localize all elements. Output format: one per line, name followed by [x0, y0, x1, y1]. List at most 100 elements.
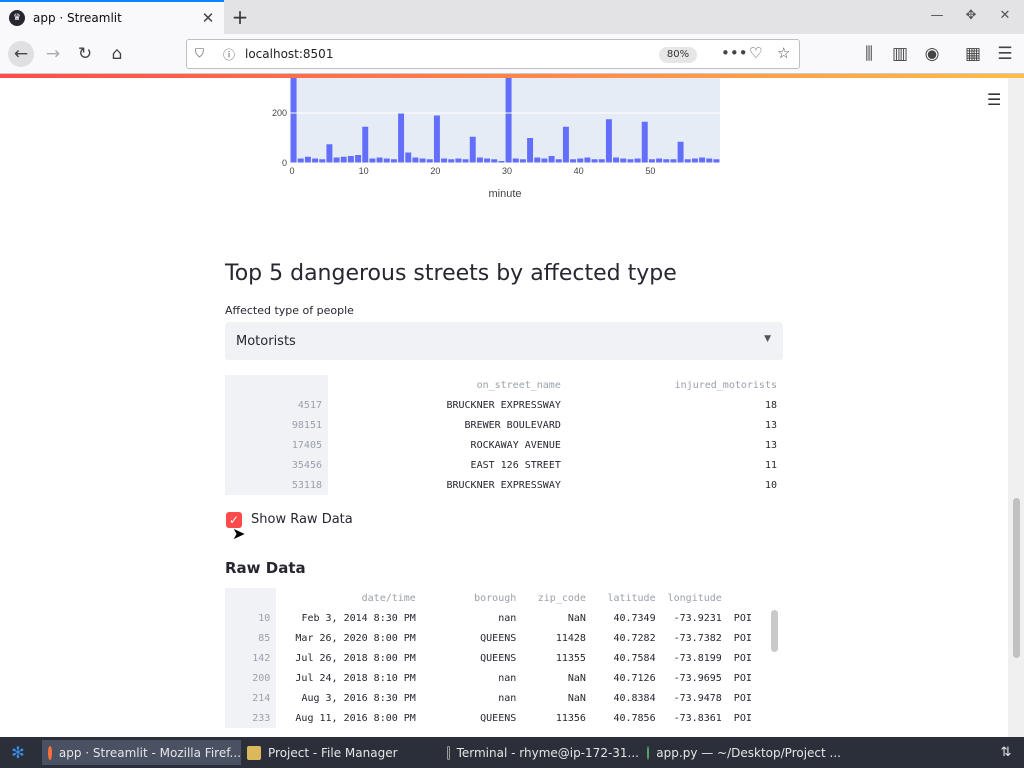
- bar[interactable]: [548, 156, 555, 163]
- bar[interactable]: [326, 144, 333, 163]
- table-row[interactable]: 17405 ROCKAWAY AVENUE 13: [225, 435, 783, 455]
- bar[interactable]: [390, 159, 397, 163]
- raw-data-table[interactable]: date/time borough zip_code latitude long…: [225, 588, 783, 728]
- bar[interactable]: [706, 158, 713, 164]
- table-cell[interactable]: NaN: [522, 688, 592, 708]
- bar[interactable]: [426, 159, 433, 163]
- bar[interactable]: [484, 158, 491, 164]
- table-cell[interactable]: 40.7349: [592, 608, 662, 628]
- table-cell[interactable]: nan: [422, 608, 522, 628]
- row-index[interactable]: 214: [225, 688, 277, 708]
- table-cell[interactable]: 40.7282: [592, 628, 662, 648]
- home-icon[interactable]: ⌂: [106, 43, 128, 65]
- table-cell[interactable]: NaN: [522, 608, 592, 628]
- table-cell[interactable]: 11: [567, 455, 783, 475]
- bar[interactable]: [290, 78, 297, 163]
- bar[interactable]: [304, 156, 311, 163]
- table-row[interactable]: 142 Jul 26, 2018 8:00 PM QUEENS 11355 40.758…: [225, 648, 783, 668]
- table-cell[interactable]: BREWER BOULEVARD: [328, 415, 567, 435]
- column-header[interactable]: on_street_name: [328, 375, 567, 395]
- bar[interactable]: [648, 159, 655, 163]
- bar[interactable]: [347, 156, 354, 163]
- column-header[interactable]: borough: [422, 588, 522, 608]
- row-index[interactable]: 98151: [225, 415, 328, 435]
- taskbar-item-file-manager[interactable]: Project - File Manager: [241, 740, 436, 765]
- close-tab-icon[interactable]: ✕: [200, 9, 216, 27]
- row-index[interactable]: 53118: [225, 475, 328, 495]
- bar[interactable]: [699, 157, 706, 164]
- bar[interactable]: [598, 159, 605, 163]
- bar[interactable]: [541, 158, 548, 164]
- column-header[interactable]: [728, 588, 783, 608]
- streets-table[interactable]: on_street_name injured_motorists 4517 BRU…: [225, 375, 783, 495]
- bar[interactable]: [362, 126, 369, 163]
- raw-data-table-container[interactable]: date/time borough zip_code latitude long…: [225, 588, 783, 737]
- table-cell[interactable]: POI: [728, 668, 783, 688]
- bar[interactable]: [570, 159, 577, 163]
- bar[interactable]: [641, 121, 648, 163]
- table-cell[interactable]: QUEENS: [422, 628, 522, 648]
- bar[interactable]: [562, 126, 569, 163]
- bar[interactable]: [691, 158, 698, 164]
- table-cell[interactable]: Jul 24, 2018 8:10 PM: [276, 668, 422, 688]
- forward-arrow-icon[interactable]: →: [42, 43, 64, 65]
- bar[interactable]: [340, 156, 347, 163]
- table-cell[interactable]: -73.7382: [662, 628, 728, 648]
- bar[interactable]: [620, 158, 627, 164]
- table-row[interactable]: 98151 BREWER BOULEVARD 13: [225, 415, 783, 435]
- table-cell[interactable]: -73.8361: [662, 708, 728, 728]
- bar[interactable]: [591, 159, 598, 163]
- bar[interactable]: [656, 158, 663, 164]
- table-cell[interactable]: 11355: [522, 648, 592, 668]
- row-index[interactable]: 35456: [225, 455, 328, 475]
- minimize-icon[interactable]: —: [928, 8, 946, 23]
- table-cell[interactable]: ROCKAWAY AVENUE: [328, 435, 567, 455]
- table-cell[interactable]: 10: [567, 475, 783, 495]
- bar[interactable]: [476, 157, 483, 164]
- bar[interactable]: [670, 159, 677, 163]
- extensions-icon[interactable]: ▦: [962, 43, 984, 65]
- bar[interactable]: [398, 113, 405, 163]
- table-row[interactable]: 10 Feb 3, 2014 8:30 PM nan NaN 40.7349 -73.92…: [225, 608, 783, 628]
- bar[interactable]: [369, 158, 376, 164]
- table-cell[interactable]: Aug 11, 2016 8:00 PM: [276, 708, 422, 728]
- zoom-badge[interactable]: 80%: [659, 47, 697, 63]
- bar[interactable]: [584, 157, 591, 164]
- page-content[interactable]: ☰ 0 200 4 0 10 20 30 40 50 minute Top 5 dangero…: [0, 78, 1024, 737]
- bar[interactable]: [355, 155, 362, 163]
- bar[interactable]: [433, 115, 440, 164]
- taskbar-item-firefox[interactable]: app · Streamlit - Mozilla Firef...: [42, 740, 241, 765]
- table-cell[interactable]: QUEENS: [422, 708, 522, 728]
- bar[interactable]: [312, 158, 319, 164]
- bar[interactable]: [627, 159, 634, 163]
- url-text[interactable]: localhost:8501: [245, 47, 333, 61]
- table-scrollbar[interactable]: [771, 610, 778, 652]
- table-cell[interactable]: Jul 26, 2018 8:00 PM: [276, 648, 422, 668]
- restore-icon[interactable]: ✥: [962, 8, 980, 23]
- new-tab-icon[interactable]: +: [229, 5, 251, 29]
- window-close-icon[interactable]: ✕: [996, 8, 1014, 23]
- table-row[interactable]: 214 Aug 3, 2016 8:30 PM nan NaN 40.8384 -73.9…: [225, 688, 783, 708]
- affected-type-select[interactable]: Motorists ▼: [225, 322, 783, 360]
- table-cell[interactable]: 11356: [522, 708, 592, 728]
- table-cell[interactable]: -73.9478: [662, 688, 728, 708]
- table-cell[interactable]: -73.9231: [662, 608, 728, 628]
- bar[interactable]: [297, 158, 304, 164]
- bar[interactable]: [491, 159, 498, 163]
- taskbar-item-terminal[interactable]: Terminal - rhyme@ip-172-31...: [441, 740, 639, 765]
- column-header[interactable]: longitude: [662, 588, 728, 608]
- pocket-icon[interactable]: ♡: [749, 44, 762, 62]
- row-index[interactable]: 200: [225, 668, 277, 688]
- row-index[interactable]: 4517: [225, 395, 328, 415]
- table-cell[interactable]: 18: [567, 395, 783, 415]
- bar[interactable]: [713, 159, 720, 163]
- sidebar-icon[interactable]: ▥: [889, 43, 911, 65]
- reload-icon[interactable]: ↻: [74, 43, 96, 65]
- page-actions-icon[interactable]: •••: [721, 44, 748, 62]
- bar[interactable]: [512, 158, 519, 164]
- bar[interactable]: [405, 152, 412, 164]
- table-cell[interactable]: nan: [422, 668, 522, 688]
- bar[interactable]: [634, 158, 641, 164]
- bar[interactable]: [577, 158, 584, 164]
- table-cell[interactable]: 13: [567, 435, 783, 455]
